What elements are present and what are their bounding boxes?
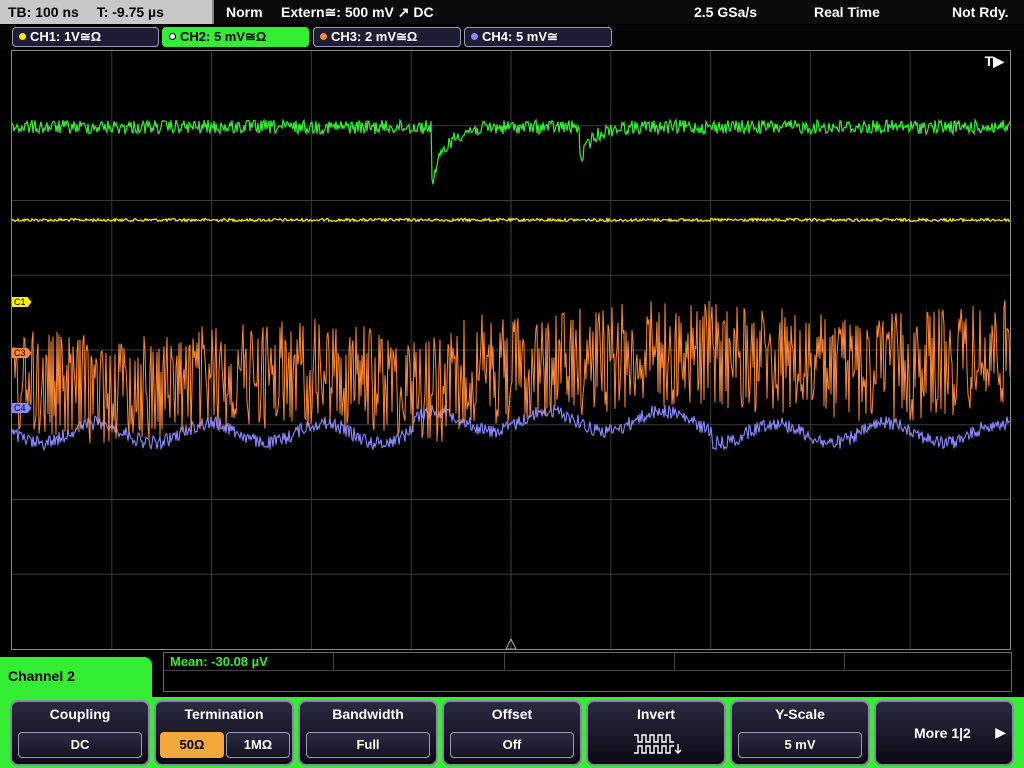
offset-title: Offset [491, 706, 533, 722]
yscale-title: Y-Scale [775, 706, 825, 722]
yscale-softkey[interactable]: Y-Scale 5 mV [730, 700, 870, 766]
measurement-cell [675, 653, 845, 671]
ch3-marker-label: C3 [14, 348, 26, 358]
tab-ch4[interactable]: CH4: 5 mV≅ [464, 27, 612, 47]
trigger-position-marker: T▶ [984, 53, 1004, 69]
ch4-level-marker[interactable]: C4 [12, 403, 32, 413]
tab-ch1-label: CH1: 1V≅Ω [30, 29, 102, 44]
trigger-source[interactable]: Extern≅: 500 mV ↗ DC [281, 0, 434, 24]
bandwidth-title: Bandwidth [332, 706, 404, 722]
invert-title: Invert [636, 706, 676, 722]
ch1-level-marker[interactable]: C1 [12, 297, 32, 307]
tab-ch3-label: CH3: 2 mV≅Ω [331, 29, 418, 44]
channel-panel-title: Channel 2 [0, 657, 152, 697]
channel-tabs: CH1: 1V≅Ω CH2: 5 mV≅Ω CH3: 2 mV≅Ω CH4: 5… [0, 25, 1024, 49]
ch1-color-dot [19, 33, 26, 40]
tab-ch4-label: CH4: 5 mV≅ [482, 29, 558, 44]
coupling-title: Coupling [49, 706, 111, 722]
bandwidth-softkey[interactable]: Bandwidth Full [298, 700, 438, 766]
ch1-marker-label: C1 [14, 297, 26, 307]
termination-softkey[interactable]: Termination 50Ω 1MΩ [154, 700, 294, 766]
termination-title: Termination [184, 706, 264, 722]
bandwidth-value[interactable]: Full [306, 732, 430, 758]
measurement-cell [334, 653, 505, 671]
measurement-panel: Mean: -30.08 µV [163, 652, 1012, 692]
timebase-box[interactable]: TB: 100 ns T: -9.75 µs [0, 0, 214, 24]
trigger-marker-label: T [984, 53, 994, 69]
ch3-level-marker[interactable]: C3 [12, 348, 32, 358]
sample-rate: 2.5 GSa/s [694, 4, 758, 20]
yscale-value[interactable]: 5 mV [738, 732, 862, 758]
measurement-cell [845, 653, 1013, 671]
ch2-color-dot [169, 33, 176, 40]
ready-state: Not Rdy. [952, 4, 1009, 20]
waveform-canvas [12, 51, 1010, 649]
trigger-time-label: T: -9.75 µs [96, 4, 164, 20]
offset-value[interactable]: Off [450, 732, 574, 758]
status-bar: TB: 100 ns T: -9.75 µs Norm Extern≅: 500… [0, 0, 1024, 24]
offset-softkey[interactable]: Offset Off [442, 700, 582, 766]
ch4-color-dot [471, 33, 478, 40]
more-label: More 1|2 [914, 725, 971, 741]
coupling-value[interactable]: DC [18, 732, 142, 758]
mean-measurement: Mean: -30.08 µV [170, 654, 268, 669]
ch4-marker-label: C4 [14, 403, 26, 413]
measurement-row [164, 653, 1011, 671]
tab-ch2[interactable]: CH2: 5 mV≅Ω [162, 27, 309, 47]
termination-50ohm-option[interactable]: 50Ω [160, 732, 224, 758]
ch3-color-dot [320, 33, 327, 40]
tab-ch3[interactable]: CH3: 2 mV≅Ω [313, 27, 461, 47]
tab-ch2-label: CH2: 5 mV≅Ω [180, 29, 267, 44]
trigger-mode[interactable]: Norm [226, 0, 263, 24]
coupling-softkey[interactable]: Coupling DC [10, 700, 150, 766]
measurement-cell [505, 653, 675, 671]
timebase-label: TB: 100 ns [8, 4, 79, 20]
tab-ch1[interactable]: CH1: 1V≅Ω [12, 27, 159, 47]
next-page-icon: ▶ [995, 724, 1006, 740]
waveform-display[interactable]: T▶ C1 C3 C4 [11, 50, 1011, 650]
more-softkey[interactable]: More 1|2 ▶ [874, 700, 1014, 766]
termination-1mohm-option[interactable]: 1MΩ [226, 732, 290, 758]
invert-softkey[interactable]: Invert [586, 700, 726, 766]
acquisition-mode: Real Time [814, 4, 880, 20]
invert-waveform-icon [634, 734, 682, 754]
